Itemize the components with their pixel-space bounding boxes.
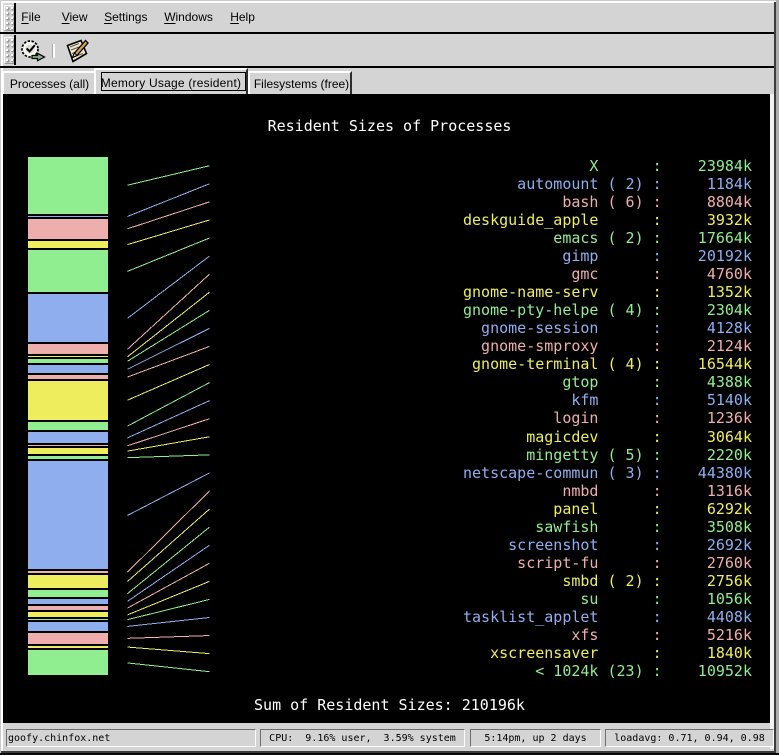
menu-item-view[interactable]: View	[53, 3, 97, 32]
process-row-gnome-session: gnome-session : 4128k	[463, 319, 752, 337]
process-row-emacs: emacs ( 2) : 17664k	[463, 229, 752, 247]
process-row-netscape-commun: netscape-commun ( 3) : 44380k	[463, 464, 752, 482]
process-row-gnome-smproxy: gnome-smproxy : 2124k	[463, 337, 752, 355]
connector-line	[128, 545, 210, 601]
process-row-tasklist-applet: tasklist_applet : 4408k	[463, 608, 752, 626]
status-time: 5:14pm, up 2 days	[470, 729, 601, 747]
menu-item-help[interactable]: Help	[221, 3, 264, 32]
process-row-X: X : 23984k	[463, 157, 752, 175]
tab-memory-usage-resident[interactable]: Memory Usage (resident)	[94, 68, 248, 94]
connector-line	[128, 274, 210, 349]
tab-label: Memory Usage (resident)	[101, 76, 241, 90]
gtop-window: FileViewSettingsWindowsHelp	[0, 0, 779, 755]
process-row-sawfish: sawfish : 3508k	[463, 518, 752, 536]
process-row-gimp: gimp : 20192k	[463, 247, 752, 265]
connector-line	[128, 292, 210, 357]
menubar-separator	[0, 32, 774, 34]
menu-item-windows[interactable]: Windows	[155, 3, 222, 32]
process-row-xscreensaver: xscreensaver : 1840k	[463, 644, 752, 662]
process-row-nmbd: nmbd : 1316k	[463, 482, 752, 500]
process-row-panel: panel : 6292k	[463, 500, 752, 518]
process-list: X : 23984k automount ( 2) : 1184k bash (…	[463, 157, 752, 681]
connector-line	[128, 328, 210, 369]
menu-item-mnemonic: W	[164, 10, 175, 24]
connector-line	[128, 663, 210, 672]
process-row--1024k: < 1024k (23) : 10952k	[463, 662, 752, 680]
menu-item-mnemonic: H	[230, 10, 239, 24]
connector-line	[128, 473, 210, 515]
connector-line	[128, 256, 210, 318]
connector-line	[128, 617, 210, 626]
process-row-automount: automount ( 2) : 1184k	[463, 175, 752, 193]
process-row-script-fu: script-fu : 2760k	[463, 554, 752, 572]
menu-item-mnemonic: F	[21, 10, 28, 24]
process-row-bash: bash ( 6) : 8804k	[463, 193, 752, 211]
process-row-gtop: gtop : 4388k	[463, 373, 752, 391]
connector-line	[128, 184, 210, 217]
menu-item-mnemonic: S	[104, 10, 112, 24]
tab-filesystems-free[interactable]: Filesystems (free)	[248, 71, 352, 94]
notepad-pencil-icon	[65, 50, 89, 67]
process-row-gnome-name-serv: gnome-name-serv : 1352k	[463, 283, 752, 301]
process-row-login: login : 1236k	[463, 409, 752, 427]
memory-usage-page: Resident Sizes of Processes X : 23984k a…	[3, 94, 770, 723]
edit-toolbar-button[interactable]	[65, 39, 89, 63]
connector-line	[128, 509, 210, 581]
status-hostname: goofy.chinfox.net	[6, 729, 256, 747]
toolbar-grip-edge	[14, 35, 16, 65]
connector-line	[128, 202, 210, 229]
menu-item-file[interactable]: File	[12, 3, 49, 32]
connector-line	[128, 437, 210, 451]
process-row-deskguide-apple: deskguide_apple : 3932k	[463, 211, 752, 229]
menu-item-settings[interactable]: Settings	[95, 3, 156, 32]
connector-line	[128, 455, 210, 458]
process-row-magicdev: magicdev : 3064k	[463, 428, 752, 446]
process-row-smbd: smbd ( 2) : 2756k	[463, 572, 752, 590]
connector-line	[128, 365, 210, 401]
refresh-toolbar-button[interactable]	[19, 39, 47, 63]
connector-line	[128, 220, 210, 245]
process-row-gnome-terminal: gnome-terminal ( 4) : 16544k	[463, 355, 752, 373]
process-row-mingetty: mingetty ( 5) : 2220k	[463, 446, 752, 464]
process-row-gmc: gmc : 4760k	[463, 265, 752, 283]
connector-line	[128, 636, 210, 639]
tab-processes-all[interactable]: Processes (all)	[2, 71, 97, 94]
process-row-gnome-pty-helpe: gnome-pty-helpe ( 4) : 2304k	[463, 301, 752, 319]
status-loadavg: loadavg: 0.71, 0.94, 0.98	[605, 729, 774, 747]
connector-line	[128, 346, 210, 377]
tab-label: Filesystems (free)	[254, 77, 349, 91]
process-row-kfm: kfm : 5140k	[463, 391, 752, 409]
connector-line	[128, 238, 210, 271]
process-row-xfs: xfs : 5216k	[463, 626, 752, 644]
connector-line	[128, 310, 210, 361]
menubar: FileViewSettingsWindowsHelp	[0, 3, 760, 32]
sum-of-resident-sizes: Sum of Resident Sizes: 210196k	[3, 696, 770, 714]
process-row-su: su : 1056k	[463, 590, 752, 608]
connector-line	[128, 166, 210, 185]
tab-label: Processes (all)	[10, 77, 89, 91]
status-cpu: CPU: 9.16% user, 3.59% system	[260, 729, 465, 747]
clock-arrow-icon	[19, 50, 47, 67]
connector-line	[128, 647, 210, 654]
menu-item-mnemonic: V	[62, 10, 70, 24]
toolbar-divider	[52, 44, 55, 58]
process-row-screenshot: screenshot : 2692k	[463, 536, 752, 554]
